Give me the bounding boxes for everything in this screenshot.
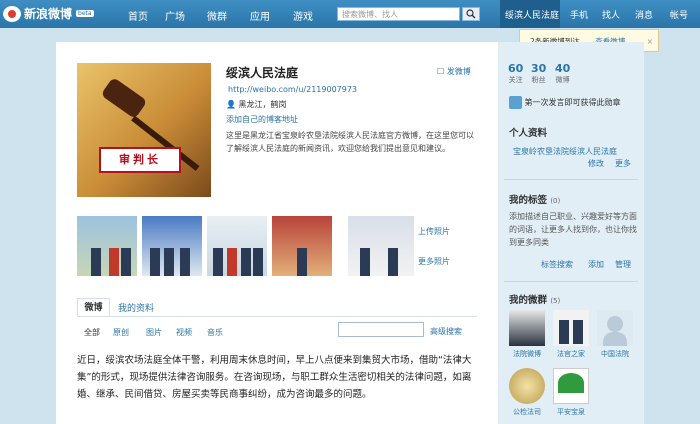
profile-avatar[interactable]: 审判长 <box>77 63 211 197</box>
nav-games[interactable]: 游戏 <box>293 8 313 23</box>
sina-weibo-logo[interactable]: 新浪微博 beta <box>3 5 94 22</box>
tag-add-link[interactable]: 添加 <box>588 259 604 270</box>
group-avatar-2[interactable] <box>553 310 589 346</box>
advanced-search-link[interactable]: 高级搜索 <box>430 326 462 337</box>
stat-following[interactable]: 60 关注 <box>508 62 523 85</box>
filter-music[interactable]: 音乐 <box>207 327 223 338</box>
photo-thumb-2[interactable] <box>142 216 202 276</box>
group-label-3[interactable]: 中国法院 <box>593 349 637 359</box>
close-icon[interactable]: × <box>647 30 653 53</box>
nav-account[interactable]: 帐号 <box>670 8 688 21</box>
stat-posts[interactable]: 40 微博 <box>555 62 570 85</box>
personal-info-title: 个人资料 <box>509 128 548 139</box>
gavel-head <box>100 76 148 120</box>
photo-thumb-4[interactable] <box>272 216 332 276</box>
photo-thumb-5[interactable] <box>348 216 414 276</box>
post-text: 近日，绥滨农场法庭全体干警，利用周末休息时间，早上八点便来到集贸大市场，借助“法… <box>77 355 472 400</box>
search-input[interactable]: 搜索微博、找人 <box>337 7 460 21</box>
search-icon <box>466 9 476 19</box>
nav-mobile[interactable]: 手机 <box>570 8 588 21</box>
tags-hint: 添加描述自己职业、兴趣爱好等方面的词语，让更多人找到你，也让你找到更多同类 <box>509 212 637 247</box>
group-label-2[interactable]: 法官之家 <box>549 349 593 359</box>
group-label-4[interactable]: 公检法司 <box>505 407 549 417</box>
logo-text: 新浪微博 <box>24 7 73 21</box>
groups-title: 我的微群 (5) <box>509 295 561 306</box>
nav-home[interactable]: 首页 <box>128 8 148 23</box>
group-label-1[interactable]: 法院微博 <box>505 349 549 359</box>
stat-followers[interactable]: 30 粉丝 <box>531 62 546 85</box>
more-photos-link[interactable]: 更多照片 <box>418 256 450 267</box>
filter-images[interactable]: 图片 <box>146 327 162 338</box>
profile-url[interactable]: http://weibo.com/u/2119007973 <box>228 85 357 94</box>
group-avatar-4[interactable] <box>509 368 545 404</box>
tags-title: 我的标签 (0) <box>509 195 561 206</box>
edit-link[interactable]: 修改 <box>588 158 604 169</box>
profile-name: 绥滨人民法庭 <box>226 66 299 80</box>
tag-manage-link[interactable]: 管理 <box>615 259 631 270</box>
group-label-5[interactable]: 平安宝泉 <box>549 407 593 417</box>
profile-location: 👤 黑龙江，鹤岗 <box>226 100 287 109</box>
filter-videos[interactable]: 视频 <box>176 327 192 338</box>
group-avatar-1[interactable] <box>509 310 545 346</box>
search-button[interactable] <box>462 7 480 21</box>
photo-thumb-1[interactable] <box>77 216 137 276</box>
nav-square[interactable]: 广场 <box>165 8 185 23</box>
tab-profile[interactable]: 我的资料 <box>118 301 154 314</box>
badge-text: 第一次发言即可获得此勋章 <box>524 98 621 107</box>
avatar-sign: 审判长 <box>99 147 181 173</box>
tab-divider <box>77 316 477 317</box>
post-search-input[interactable] <box>338 322 424 337</box>
beta-badge: beta <box>76 10 94 17</box>
nav-username[interactable]: 绥滨人民法庭 <box>505 8 559 21</box>
tag-search-link[interactable]: 标签搜索 <box>541 259 573 270</box>
weibo-eye-icon <box>3 5 21 22</box>
group-avatar-3[interactable] <box>597 310 633 346</box>
filter-all[interactable]: 全部 <box>84 327 100 338</box>
user-icon: 👤 <box>226 100 236 109</box>
nav-find-people[interactable]: 找人 <box>602 8 620 21</box>
photo-thumb-3[interactable] <box>207 216 267 276</box>
more-link[interactable]: 更多 <box>615 158 631 169</box>
edit-icon: ☐ <box>437 67 447 76</box>
add-blog-link[interactable]: 添加自己的博客地址 <box>226 114 298 125</box>
divider <box>504 179 638 180</box>
medal-icon <box>509 96 522 109</box>
badge-hint[interactable]: 第一次发言即可获得此勋章 <box>509 96 639 109</box>
nav-groups[interactable]: 微群 <box>207 8 227 23</box>
tab-weibo[interactable]: 微博 <box>77 298 110 316</box>
top-navbar: 新浪微博 beta 首页 广场 微群 应用 游戏 搜索微博、找人 绥滨人民法庭 … <box>0 0 700 28</box>
send-weibo-link[interactable]: ☐ 发微博 <box>437 66 471 77</box>
profile-bio: 这里是黑龙江省宝泉岭农垦法院绥滨人民法庭官方微博，在这里您可以了解绥滨人民法庭的… <box>226 131 474 153</box>
org-link[interactable]: 宝泉岭农垦法院绥滨人民法庭 <box>513 146 617 157</box>
upload-photo-link[interactable]: 上传照片 <box>418 226 450 237</box>
filter-original[interactable]: 原创 <box>113 327 129 338</box>
nav-apps[interactable]: 应用 <box>250 8 270 23</box>
group-avatar-5[interactable] <box>553 368 589 404</box>
divider <box>504 281 638 282</box>
nav-messages[interactable]: 消息 <box>635 8 653 21</box>
